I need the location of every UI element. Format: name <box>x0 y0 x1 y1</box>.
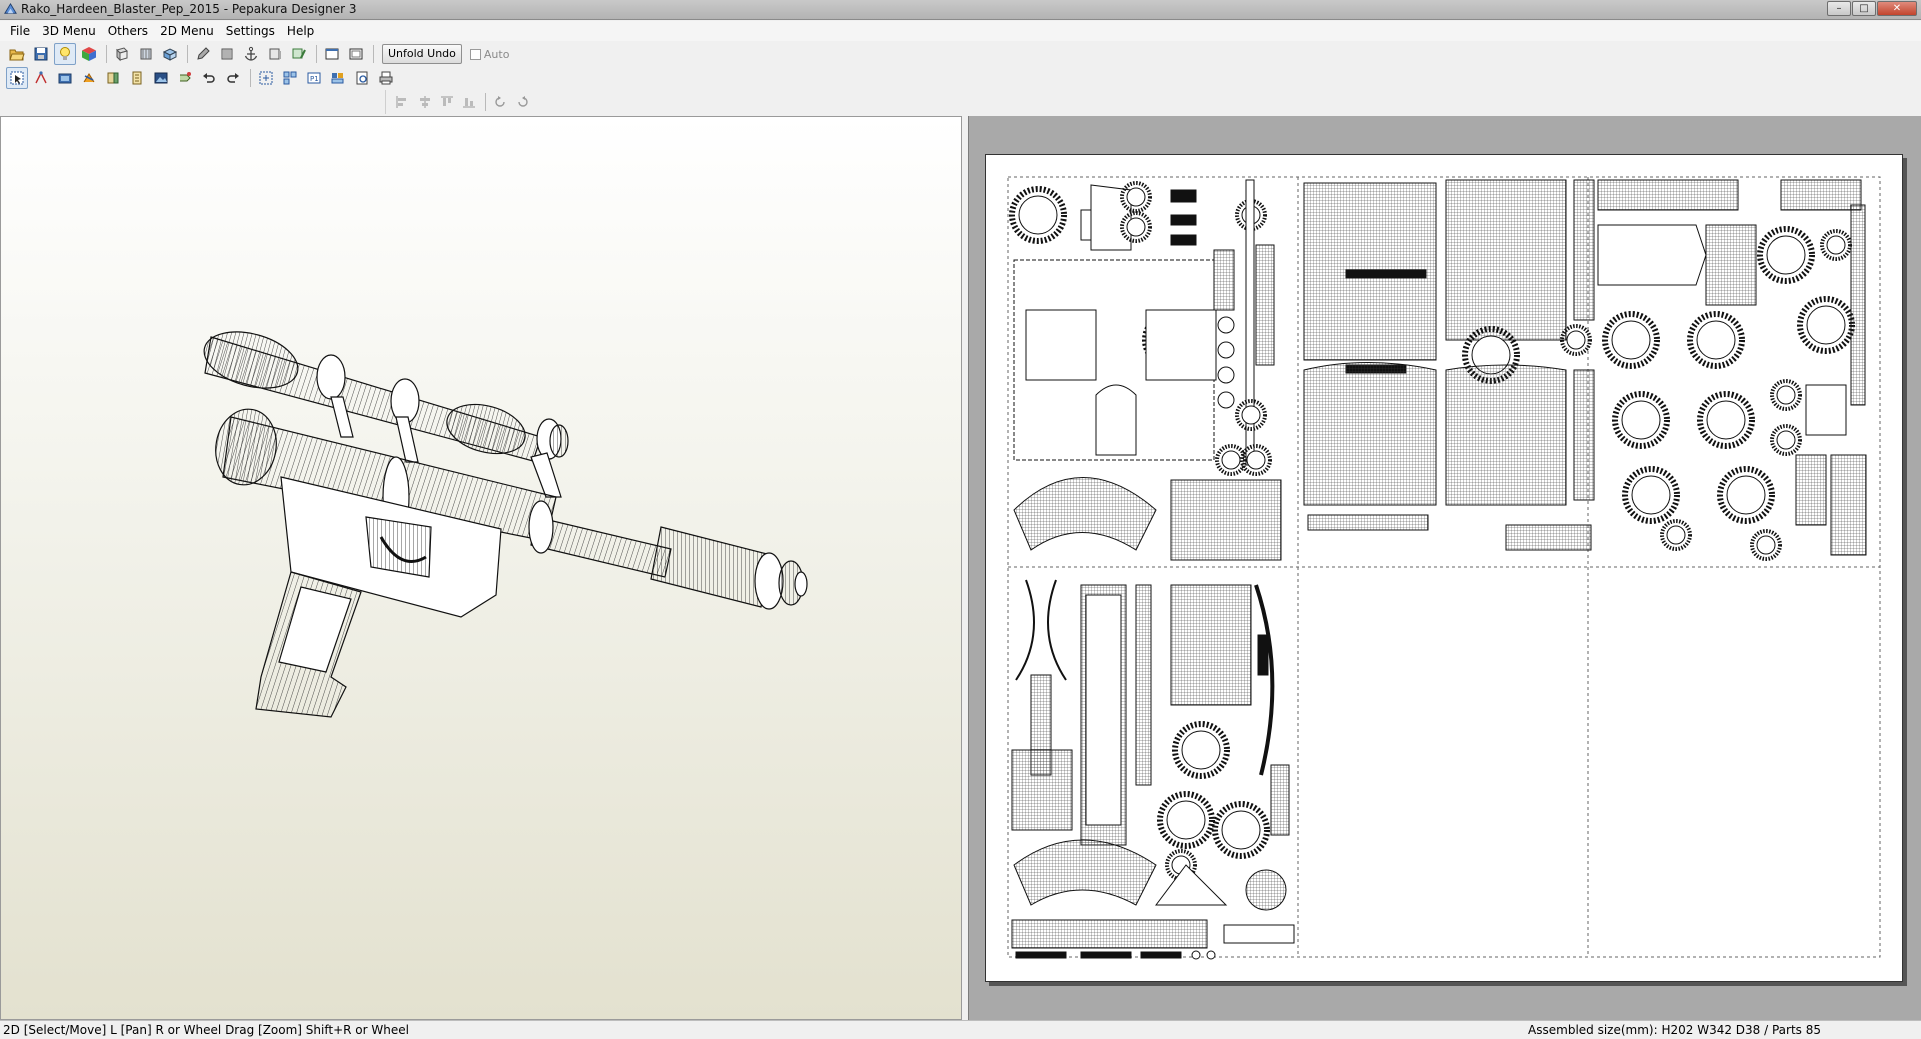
svg-text:P1: P1 <box>310 75 319 83</box>
align-toolbar <box>385 90 535 114</box>
move-icon[interactable] <box>174 67 196 89</box>
menu-others[interactable]: Others <box>102 21 154 41</box>
auto-checkbox[interactable]: Auto <box>469 47 510 61</box>
app-icon <box>4 2 17 14</box>
anchor-icon[interactable] <box>240 43 262 65</box>
print-preview-icon[interactable] <box>351 67 373 89</box>
parts-page-2 <box>1303 179 1595 551</box>
status-mode-hint: 2D [Select/Move] L [Pan] R or Wheel Drag… <box>3 1023 409 1037</box>
menu-help[interactable]: Help <box>281 21 320 41</box>
edit-icon[interactable] <box>288 43 310 65</box>
lightbulb-icon[interactable] <box>54 43 76 65</box>
redo-icon[interactable] <box>222 67 244 89</box>
3d-view-pane[interactable] <box>0 116 962 1020</box>
zoom-fit-icon[interactable] <box>279 67 301 89</box>
page-icon[interactable]: P1 <box>303 67 325 89</box>
box-open-icon[interactable] <box>159 43 181 65</box>
blaster-3d-model[interactable] <box>1 117 961 1019</box>
edit-edge-icon[interactable] <box>102 67 124 89</box>
front-view-icon[interactable] <box>111 43 133 65</box>
toolbar-separator <box>316 45 317 63</box>
open-icon[interactable] <box>6 43 28 65</box>
toolbar-separator <box>106 45 107 63</box>
maximize-button[interactable]: □ <box>1852 1 1876 16</box>
scale-icon[interactable] <box>54 67 76 89</box>
print-icon[interactable] <box>327 67 349 89</box>
align-center-icon[interactable] <box>414 91 434 113</box>
unfold-undo-button[interactable]: Unfold Undo <box>382 44 462 64</box>
printer-icon[interactable] <box>375 67 397 89</box>
unfold-sheet <box>985 154 1903 982</box>
rotate-icon[interactable] <box>78 67 100 89</box>
align-bottom-icon[interactable] <box>459 91 479 113</box>
toolbar-separator <box>250 69 251 87</box>
close-button[interactable]: ✕ <box>1877 1 1917 16</box>
main-toolbar: Unfold Undo Auto <box>0 42 1921 66</box>
frame-icon[interactable] <box>321 43 343 65</box>
window-title: Rako_Hardeen_Blaster_Pep_2015 - Pepakura… <box>21 2 357 16</box>
parts-page-1 <box>1012 179 1282 561</box>
align-left-icon[interactable] <box>392 91 412 113</box>
status-bar: 2D [Select/Move] L [Pan] R or Wheel Drag… <box>0 1020 1921 1039</box>
rotate-cw-icon[interactable] <box>513 91 533 113</box>
color-cube-icon[interactable] <box>78 43 100 65</box>
frame2-icon[interactable] <box>345 43 367 65</box>
align-top-icon[interactable] <box>437 91 457 113</box>
2d-view-pane[interactable] <box>968 116 1921 1020</box>
parts-page-3 <box>1597 179 1867 561</box>
save-icon[interactable] <box>30 43 52 65</box>
select-icon[interactable] <box>6 67 28 89</box>
menu-settings[interactable]: Settings <box>220 21 281 41</box>
status-assembled-size: Assembled size(mm): H202 W342 D38 / Part… <box>1528 1023 1821 1037</box>
menu-file[interactable]: File <box>4 21 36 41</box>
texture-icon[interactable] <box>135 43 157 65</box>
arrange-icon[interactable] <box>255 67 277 89</box>
menu-bar: File 3D Menu Others 2D Menu Settings Hel… <box>0 21 1921 41</box>
undo-icon[interactable] <box>198 67 220 89</box>
unfold-toolbar: P1 <box>0 66 1921 90</box>
menu-3d[interactable]: 3D Menu <box>36 21 102 41</box>
join-icon[interactable] <box>30 67 52 89</box>
menu-2d[interactable]: 2D Menu <box>154 21 220 41</box>
parts-page-4 <box>1011 579 1295 960</box>
flap-toggle-icon[interactable] <box>126 67 148 89</box>
box-icon[interactable] <box>264 43 286 65</box>
flap-icon[interactable] <box>216 43 238 65</box>
pencil-icon[interactable] <box>192 43 214 65</box>
image-icon[interactable] <box>150 67 172 89</box>
auto-checkbox-label: Auto <box>483 47 510 61</box>
rotate-ccw-icon[interactable] <box>490 91 510 113</box>
minimize-button[interactable]: – <box>1827 1 1851 16</box>
toolbar-separator <box>373 45 374 63</box>
window-controls: – □ ✕ <box>1827 1 1917 17</box>
auto-checkbox-box[interactable] <box>469 48 481 60</box>
toolbar-separator <box>187 45 188 63</box>
toolbar-separator <box>485 93 487 111</box>
unfolded-parts-layout[interactable] <box>986 155 1902 981</box>
title-bar: Rako_Hardeen_Blaster_Pep_2015 - Pepakura… <box>0 0 1921 20</box>
